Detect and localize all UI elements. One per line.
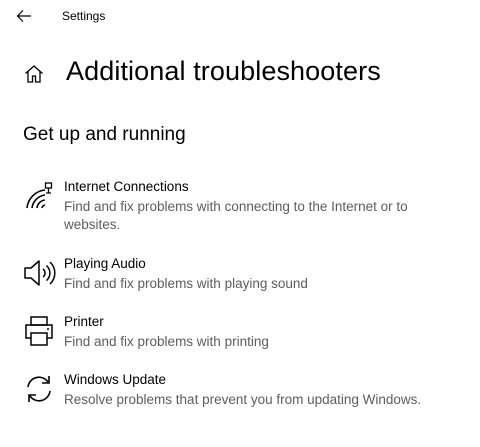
troubleshooter-windows-update[interactable]: Windows Update Resolve problems that pre…: [20, 372, 460, 412]
page-title: Additional troubleshooters: [66, 56, 381, 86]
title-bar: Settings: [0, 0, 480, 34]
item-title: Playing Audio: [64, 256, 146, 271]
app-title: Settings: [62, 9, 106, 23]
speaker-icon: [22, 256, 56, 290]
item-description: Find and fix problems with connecting to…: [64, 199, 408, 232]
item-description: Find and fix problems with playing sound: [64, 276, 308, 291]
printer-icon: [22, 314, 56, 348]
back-arrow-icon: [16, 10, 31, 22]
item-title: Internet Connections: [64, 179, 189, 194]
troubleshooter-internet-connections[interactable]: Internet Connections Find and fix proble…: [20, 179, 460, 235]
home-button[interactable]: [22, 62, 46, 86]
troubleshooter-playing-audio[interactable]: Playing Audio Find and fix problems with…: [20, 256, 460, 296]
item-description: Resolve problems that prevent you from u…: [64, 392, 422, 407]
item-description: Find and fix problems with printing: [64, 334, 269, 349]
section-title: Get up and running: [23, 124, 186, 145]
refresh-icon: [22, 372, 56, 406]
settings-window: Settings Additional troubleshooters Get …: [0, 0, 480, 447]
network-icon: [22, 179, 56, 213]
troubleshooter-printer[interactable]: Printer Find and fix problems with print…: [20, 314, 460, 354]
home-icon: [25, 65, 43, 83]
item-title: Printer: [64, 314, 104, 329]
back-button[interactable]: [10, 4, 38, 28]
item-title: Windows Update: [64, 372, 167, 387]
